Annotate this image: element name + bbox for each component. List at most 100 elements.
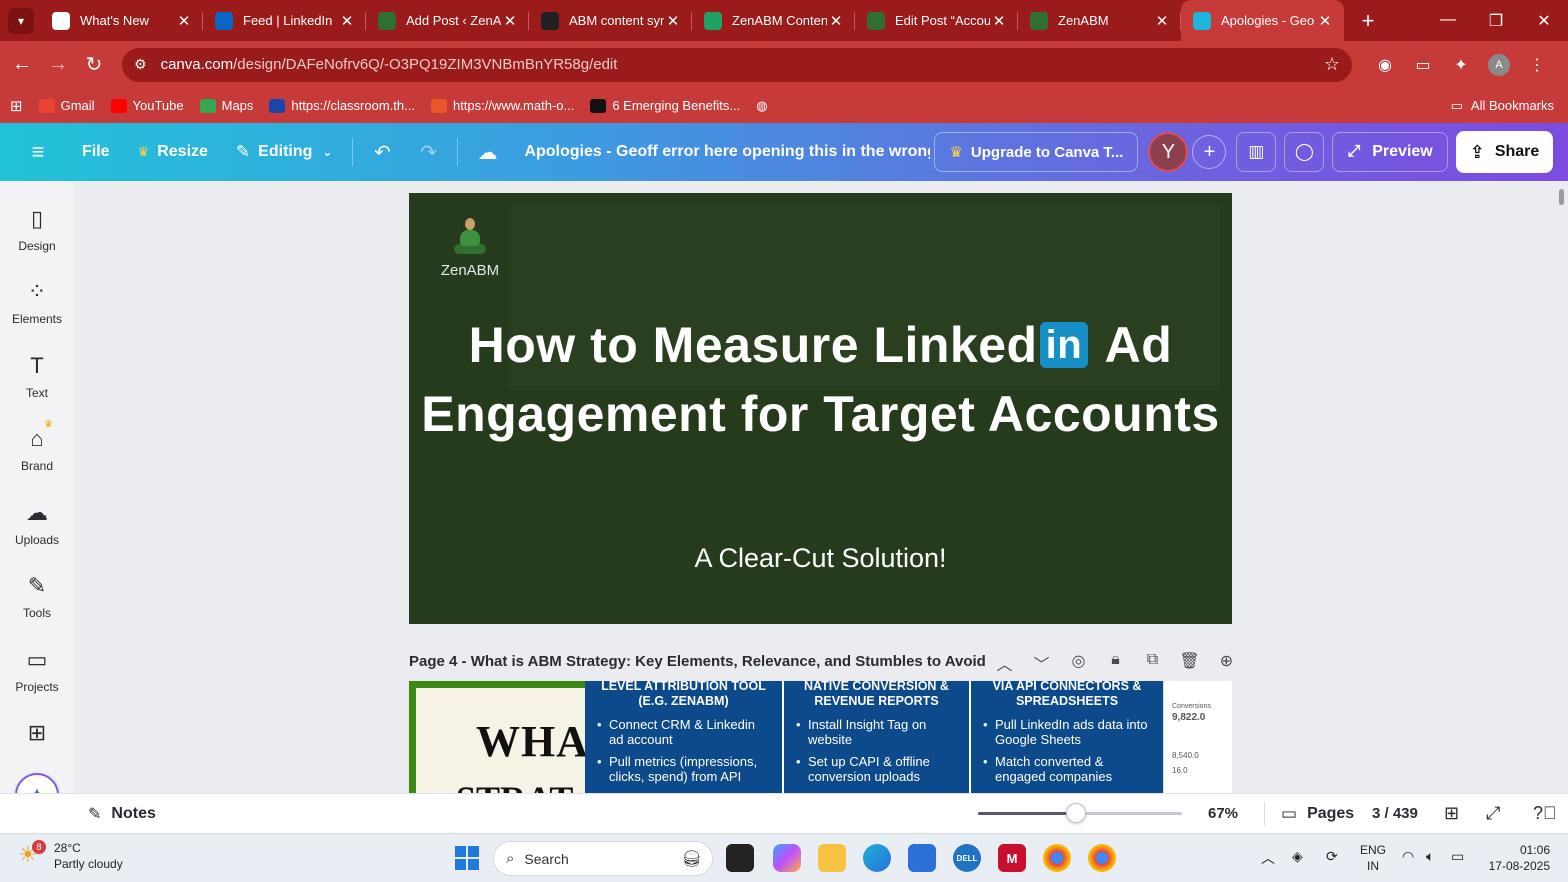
preview-button[interactable]: ⤢ Preview [1332, 132, 1448, 172]
battery-icon[interactable]: ▭ [1451, 848, 1464, 865]
reload-button[interactable]: ↻ [76, 52, 112, 77]
close-window-icon[interactable]: ✕ [1520, 11, 1568, 31]
browser-tab[interactable]: ZenABM Conten ✕ [692, 0, 855, 41]
weather-widget[interactable]: ☀ 8 28°C Partly cloudy [18, 840, 123, 872]
taskbar-search[interactable]: ⌕ Search 🍔︎ [493, 841, 713, 876]
close-tab-icon[interactable]: ✕ [175, 12, 193, 30]
bookmark-item[interactable]: 6 Emerging Benefits... [590, 98, 740, 113]
redo-icon[interactable]: ↷ [405, 140, 451, 165]
browser-tab[interactable]: ABM content syn ✕ [529, 0, 692, 41]
sidebar-item[interactable]: ⌂ Brand ♛ [0, 419, 74, 473]
edge-icon[interactable] [863, 844, 891, 872]
bookmark-star-icon[interactable]: ☆ [1324, 54, 1340, 75]
browser-tab[interactable]: Feed | LinkedIn ✕ [203, 0, 366, 41]
pages-button[interactable]: ▭ Pages [1281, 804, 1354, 824]
bookmark-item[interactable]: Gmail [38, 98, 95, 113]
task-view-icon[interactable] [726, 844, 754, 872]
chevron-up-icon[interactable]: ︿ [986, 651, 1023, 675]
new-tab-button[interactable]: + [1356, 8, 1380, 34]
zoom-slider-handle[interactable] [1065, 803, 1086, 823]
sidebar-item[interactable]: ⁘ Elements [0, 278, 74, 326]
document-title[interactable]: Apologies - Geoff error here opening thi… [510, 143, 930, 161]
site-info-icon[interactable]: ⚙ [134, 56, 147, 73]
tray-overflow-icon[interactable]: ︿ [1261, 848, 1275, 868]
close-tab-icon[interactable]: ✕ [338, 12, 356, 30]
back-button[interactable]: ← [4, 53, 40, 76]
bookmark-item[interactable]: https://www.math-o... [430, 98, 574, 113]
language-indicator[interactable]: ENG IN [1360, 842, 1386, 874]
store-icon[interactable] [908, 844, 936, 872]
editing-mode-button[interactable]: ✎ Editing ⌄ [222, 142, 347, 162]
close-tab-icon[interactable]: ✕ [990, 12, 1008, 30]
omnibox[interactable]: ⚙ canva.com/design/DAFeNofrv6Q/-O3PQ19ZI… [122, 47, 1352, 82]
close-tab-icon[interactable]: ✕ [1153, 12, 1171, 30]
zoom-slider[interactable] [978, 803, 1182, 823]
profile-avatar[interactable]: A [1488, 53, 1510, 76]
browser-tab[interactable]: ZenABM ✕ [1018, 0, 1181, 41]
file-menu[interactable]: File [68, 143, 124, 161]
bookmark-item[interactable]: Maps [199, 98, 253, 113]
menu-icon[interactable]: ≡ [8, 139, 68, 165]
grammarly-icon[interactable]: ◉ [1366, 55, 1404, 75]
bookmark-item[interactable]: YouTube [110, 98, 184, 113]
chrome-icon[interactable] [1043, 844, 1071, 872]
close-tab-icon[interactable]: ✕ [827, 12, 845, 30]
dell-icon[interactable]: DELL [953, 844, 981, 872]
add-collaborator-icon[interactable]: + [1192, 135, 1227, 169]
share-button[interactable]: ⇪ Share [1455, 131, 1554, 173]
browser-menu-icon[interactable]: ⋮ [1518, 55, 1556, 75]
clock[interactable]: 01:06 17-08-2025 [1480, 842, 1550, 874]
help-icon[interactable]: ?⃝ [1533, 803, 1557, 824]
cloud-saved-icon[interactable]: ☁ [464, 140, 510, 165]
slide-4[interactable]: WHA STRAT LEVEL ATTRIBUTION TOOL (E.G. Z… [409, 681, 1232, 793]
windows-start-icon[interactable] [455, 846, 479, 870]
scrollbar[interactable] [1559, 189, 1564, 205]
cast-icon[interactable]: ▭ [1404, 55, 1442, 75]
chrome-profile-icon[interactable] [1088, 844, 1116, 872]
hide-page-icon[interactable]: ◎ [1060, 651, 1097, 675]
sidebar-item[interactable]: ☁ Uploads [0, 499, 74, 547]
zoom-level[interactable]: 67% [1208, 805, 1238, 822]
insights-chart-icon[interactable]: ▥ [1236, 132, 1277, 172]
upgrade-button[interactable]: ♛ Upgrade to Canva T... [934, 132, 1139, 172]
browser-tab[interactable]: Add Post ‹ ZenAI ✕ [366, 0, 529, 41]
close-tab-icon[interactable]: ✕ [501, 12, 519, 30]
browser-tab[interactable]: Apologies - Geo ✕ [1181, 0, 1344, 41]
sidebar-item[interactable]: ⊞ [0, 719, 74, 747]
delete-page-icon[interactable]: 🗑︎ [1171, 651, 1208, 675]
copilot-icon[interactable] [773, 844, 801, 872]
globe-icon[interactable]: ◍ [756, 98, 767, 114]
sidebar-item[interactable]: ✎ Tools [0, 572, 74, 620]
vpn-icon[interactable]: ◈ [1292, 848, 1303, 865]
sync-icon[interactable]: ⟳ [1326, 848, 1338, 865]
add-page-icon[interactable]: ⊕ [1208, 651, 1245, 675]
lock-icon[interactable]: 🔒︎ [1097, 651, 1134, 675]
chevron-down-icon[interactable]: ﹀ [1023, 651, 1060, 675]
resize-button[interactable]: ♛ Resize [124, 143, 222, 161]
apps-grid-icon[interactable]: ⊞ [10, 97, 23, 115]
close-tab-icon[interactable]: ✕ [1316, 12, 1334, 30]
extensions-icon[interactable]: ✦ [1442, 55, 1480, 75]
browser-tab[interactable]: Edit Post “Accou ✕ [855, 0, 1018, 41]
comment-icon[interactable]: ◯ [1284, 132, 1325, 172]
page-4-title[interactable]: Page 4 - What is ABM Strategy: Key Eleme… [409, 653, 986, 670]
slide-3[interactable]: ZenABM How to Measure Linked in Ad Engage… [409, 193, 1232, 624]
notes-button[interactable]: ✎ Notes [88, 804, 156, 824]
wifi-icon[interactable]: ◠ [1402, 848, 1414, 865]
all-bookmarks[interactable]: ▭ All Bookmarks [1451, 98, 1554, 114]
close-tab-icon[interactable]: ✕ [664, 12, 682, 30]
undo-icon[interactable]: ↶ [359, 140, 405, 165]
duplicate-page-icon[interactable]: ⧉ [1134, 651, 1171, 675]
bookmark-item[interactable]: https://classroom.th... [269, 98, 415, 113]
minimize-icon[interactable]: — [1424, 11, 1472, 31]
mcafee-icon[interactable]: M [998, 844, 1026, 872]
tab-search-button[interactable]: ▾ [8, 7, 34, 34]
browser-tab[interactable]: What's New ✕ [40, 0, 203, 41]
sidebar-item[interactable]: ▭ Projects [0, 646, 74, 694]
volume-icon[interactable]: 🔈︎ [1426, 848, 1434, 865]
grid-view-icon[interactable]: ⊞ [1444, 803, 1459, 824]
forward-button[interactable]: → [40, 53, 76, 76]
fullscreen-icon[interactable]: ⤢ [1486, 803, 1500, 824]
sidebar-item[interactable]: T Text [0, 352, 74, 400]
user-avatar[interactable]: Y [1148, 132, 1189, 172]
